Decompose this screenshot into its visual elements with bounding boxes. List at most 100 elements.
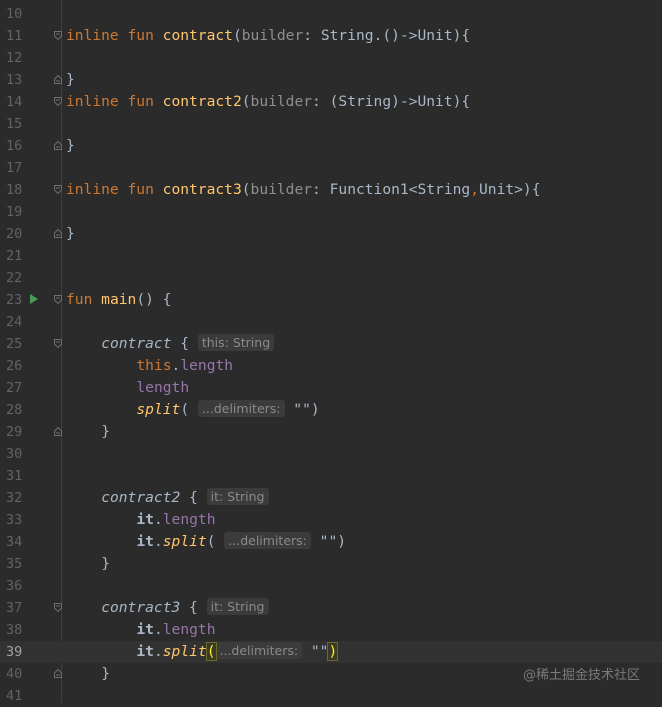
line-number: 41 (6, 688, 23, 704)
line-number: 39 (6, 644, 23, 660)
code-line[interactable]: 15 (0, 113, 662, 135)
code-line[interactable]: 17 (0, 157, 662, 179)
code-line[interactable]: 33 it.length (0, 509, 662, 531)
code-text: } (101, 421, 110, 443)
fold-end-icon[interactable] (54, 229, 62, 238)
line-number: 38 (6, 622, 23, 638)
token-fn: main (101, 291, 137, 308)
code-line[interactable]: 29} (0, 421, 662, 443)
code-line[interactable]: 26 this.length (0, 355, 662, 377)
code-text: } (66, 69, 75, 91)
code-text: inline fun contract3(builder: Function1<… (66, 179, 541, 201)
code-editor[interactable]: 10 11 inline fun contract(builder: String.… (0, 0, 662, 704)
code-line[interactable]: 30 (0, 443, 662, 465)
code-text: it.split( ...delimiters: "") (136, 531, 346, 553)
code-line[interactable]: 20} (0, 223, 662, 245)
code-line[interactable]: 13} (0, 69, 662, 91)
code-text: inline fun contract2(builder: (String)->… (66, 91, 470, 113)
fold-start-icon[interactable] (54, 31, 62, 40)
fold-start-icon[interactable] (54, 295, 62, 304)
fold-start-icon[interactable] (54, 185, 62, 194)
line-number: 36 (6, 578, 23, 594)
token-kw: fun (66, 291, 102, 308)
code-line[interactable]: 22 (0, 267, 662, 289)
fold-end-icon[interactable] (54, 669, 62, 678)
token-p1: ( (241, 93, 251, 110)
code-text: } (101, 553, 110, 575)
line-number: 28 (6, 402, 23, 418)
code-line[interactable]: 11 inline fun contract(builder: String.()… (0, 25, 662, 47)
code-line[interactable]: 32 contract2 { it: String (0, 487, 662, 509)
token-open: ( (206, 533, 225, 550)
token-prop: length (162, 511, 216, 528)
token-hint: ...delimiters: (197, 400, 285, 417)
token-hint: this: String (197, 334, 275, 351)
fold-end-icon[interactable] (54, 141, 62, 150)
line-number: 33 (6, 512, 23, 528)
token-p2: () { (136, 291, 172, 308)
token-dot: . (153, 511, 163, 528)
code-line[interactable]: 24 (0, 311, 662, 333)
line-number: 22 (6, 270, 23, 286)
line-number: 35 (6, 556, 23, 572)
code-line[interactable]: 34 it.split( ...delimiters: "") (0, 531, 662, 553)
token-p2: : String.()->Unit){ (303, 27, 471, 44)
token-t: } (101, 665, 110, 682)
code-text: contract2 { it: String (101, 487, 269, 509)
line-number: 14 (6, 94, 23, 110)
token-close: ) (310, 401, 320, 418)
code-line[interactable]: 25 contract { this: String (0, 333, 662, 355)
fold-start-icon[interactable] (54, 603, 62, 612)
code-text: } (66, 223, 75, 245)
token-str: "" (302, 643, 329, 660)
line-number: 18 (6, 182, 23, 198)
token-close: ) (337, 533, 347, 550)
code-line[interactable]: 28 split( ...delimiters: "") (0, 399, 662, 421)
token-comma: , (470, 181, 479, 198)
code-line[interactable]: 36 (0, 575, 662, 597)
token-t: } (66, 225, 75, 242)
code-line[interactable]: 18 inline fun contract3(builder: Function… (0, 179, 662, 201)
token-p1: ( (241, 181, 251, 198)
token-prop: length (136, 379, 190, 396)
code-text: split( ...delimiters: "") (136, 399, 320, 421)
token-t: } (66, 71, 75, 88)
code-line[interactable]: 31 (0, 465, 662, 487)
code-line[interactable]: 21 (0, 245, 662, 267)
code-line[interactable]: 16} (0, 135, 662, 157)
token-str: "" (284, 401, 311, 418)
code-line[interactable]: 39 it.split(...delimiters: "") (0, 641, 662, 663)
line-number: 10 (6, 6, 23, 22)
code-line[interactable]: 35} (0, 553, 662, 575)
fold-end-icon[interactable] (54, 75, 62, 84)
code-line[interactable]: 41 (0, 685, 662, 707)
fold-end-icon[interactable] (54, 427, 62, 436)
code-line[interactable]: 37 contract3 { it: String (0, 597, 662, 619)
token-p2: : (String)->Unit){ (312, 93, 471, 110)
line-number: 20 (6, 226, 23, 242)
code-line[interactable]: 14 inline fun contract2(builder: (String)… (0, 91, 662, 113)
token-open: ( (205, 642, 217, 661)
token-prop: length (162, 621, 216, 638)
fold-start-icon[interactable] (54, 339, 62, 348)
token-it: it (136, 533, 154, 550)
code-line[interactable]: 12 (0, 47, 662, 69)
code-line[interactable]: 23 fun main() { (0, 289, 662, 311)
token-it: it (136, 511, 154, 528)
token-close: ) (327, 642, 339, 661)
token-prop: length (180, 357, 234, 374)
token-call: contract (101, 335, 172, 352)
code-line[interactable]: 10 (0, 3, 662, 25)
code-text: } (66, 135, 75, 157)
fold-start-icon[interactable] (54, 97, 62, 106)
token-brace: { (180, 599, 207, 616)
token-kw: inline fun (66, 27, 163, 44)
token-dot: . (153, 621, 163, 638)
code-line[interactable]: 19 (0, 201, 662, 223)
code-text: it.split(...delimiters: "") (136, 641, 339, 663)
token-dot: . (153, 643, 163, 660)
code-line[interactable]: 38 it.length (0, 619, 662, 641)
run-icon[interactable] (30, 294, 38, 304)
line-number: 27 (6, 380, 23, 396)
code-line[interactable]: 27 length (0, 377, 662, 399)
